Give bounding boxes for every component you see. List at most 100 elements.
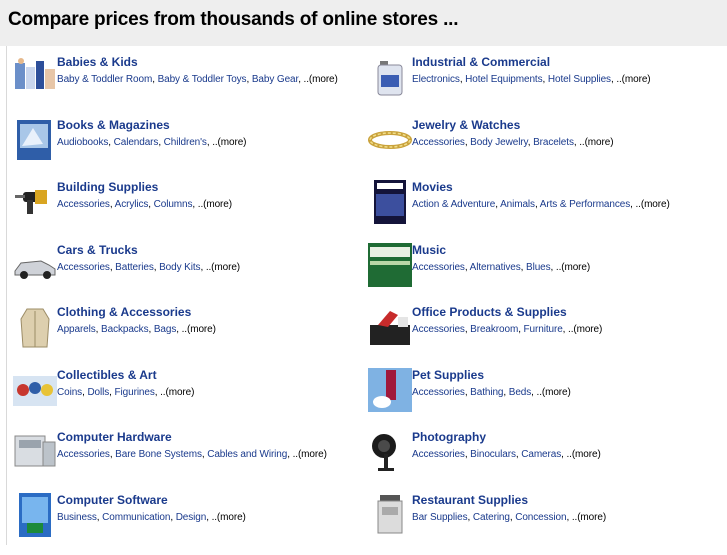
category-title-link[interactable]: Pet Supplies xyxy=(412,368,484,382)
subcategory-link[interactable]: Catering xyxy=(473,512,510,523)
subcategory-link[interactable]: Baby Gear xyxy=(252,74,298,85)
subcategory-link[interactable]: Bags xyxy=(154,324,177,335)
subcategory-link[interactable]: Children's xyxy=(164,137,207,148)
office-supplies-icon[interactable] xyxy=(368,305,412,349)
music-cd-icon[interactable] xyxy=(368,242,412,287)
subcategory-link[interactable]: Dolls xyxy=(87,387,109,398)
subcategory-link[interactable]: Coins xyxy=(57,387,82,398)
pet-icon[interactable] xyxy=(368,367,412,412)
subcategory-link[interactable]: Apparels xyxy=(57,324,96,335)
subcategory-link[interactable]: Batteries xyxy=(115,262,154,273)
subcategory-link[interactable]: Body Jewelry xyxy=(470,137,528,148)
camera-icon[interactable] xyxy=(368,430,412,474)
subcategory-link[interactable]: Breakroom xyxy=(470,324,518,335)
subcategory-link[interactable]: Accessories xyxy=(412,137,465,148)
subcategory-link[interactable]: Cameras xyxy=(521,449,561,460)
category-title-link[interactable]: Clothing & Accessories xyxy=(57,305,191,319)
more-link[interactable]: ..(more) xyxy=(182,324,216,335)
subcategory-link[interactable]: Bathing xyxy=(470,387,503,398)
category-title-link[interactable]: Babies & Kids xyxy=(57,55,138,69)
category-item: Pet Supplies Accessories, Bathing, Beds, … xyxy=(368,367,727,430)
subcategory-link[interactable]: Accessories xyxy=(57,262,110,273)
subcategory-link[interactable]: Animals xyxy=(500,199,535,210)
subcategory-link[interactable]: Accessories xyxy=(412,262,465,273)
subcategory-link[interactable]: Accessories xyxy=(412,387,465,398)
category-title-link[interactable]: Books & Magazines xyxy=(57,118,170,132)
category-title-link[interactable]: Building Supplies xyxy=(57,180,158,194)
subcategory-link[interactable]: Furniture xyxy=(524,324,563,335)
more-link[interactable]: ..(more) xyxy=(572,512,606,523)
subcategory-link[interactable]: Concession xyxy=(515,512,566,523)
subcategory-link[interactable]: Calendars xyxy=(114,137,159,148)
category-title-link[interactable]: Computer Software xyxy=(57,493,168,507)
subcategory-link[interactable]: Body Kits xyxy=(159,262,200,273)
subcategory-link[interactable]: Alternatives xyxy=(470,262,521,273)
more-link[interactable]: ..(more) xyxy=(304,74,338,85)
subcategory-link[interactable]: Backpacks xyxy=(101,324,149,335)
more-link[interactable]: ..(more) xyxy=(198,199,232,210)
subcategory-link[interactable]: Cables and Wiring xyxy=(207,449,287,460)
more-link[interactable]: ..(more) xyxy=(616,74,650,85)
subcategory-link[interactable]: Baby & Toddler Toys xyxy=(158,74,247,85)
subcategory-link[interactable]: Design xyxy=(176,512,207,523)
category-title-link[interactable]: Computer Hardware xyxy=(57,430,172,444)
category-item: Office Products & Supplies Accessories, B… xyxy=(368,305,727,367)
subcategory-link[interactable]: Business xyxy=(57,512,97,523)
category-title-link[interactable]: Collectibles & Art xyxy=(57,368,157,382)
subcategory-link[interactable]: Accessories xyxy=(57,199,110,210)
more-link[interactable]: ..(more) xyxy=(212,512,246,523)
subcategory-links: Accessories, Bare Bone Systems, Cables a… xyxy=(57,449,327,460)
subcategory-link[interactable]: Action & Adventure xyxy=(412,199,495,210)
more-link[interactable]: ..(more) xyxy=(293,449,327,460)
subcategory-link[interactable]: Blues xyxy=(526,262,551,273)
subcategory-link[interactable]: Accessories xyxy=(57,449,110,460)
subcategory-link[interactable]: Hotel Equipments xyxy=(465,74,542,85)
more-link[interactable]: ..(more) xyxy=(537,387,571,398)
restaurant-equipment-icon[interactable] xyxy=(368,493,412,537)
subcategory-link[interactable]: Figurines xyxy=(115,387,155,398)
more-link[interactable]: ..(more) xyxy=(206,262,240,273)
book-icon[interactable] xyxy=(13,118,57,162)
category-title-link[interactable]: Photography xyxy=(412,430,486,444)
subcategory-link[interactable]: Hotel Supplies xyxy=(548,74,611,85)
baby-products-icon[interactable] xyxy=(13,55,57,99)
subcategory-link[interactable]: Electronics xyxy=(412,74,460,85)
subcategory-link[interactable]: Accessories xyxy=(412,324,465,335)
subcategory-link[interactable]: Bar Supplies xyxy=(412,512,468,523)
industrial-jug-icon[interactable] xyxy=(368,55,412,99)
more-link[interactable]: ..(more) xyxy=(556,262,590,273)
category-title-link[interactable]: Movies xyxy=(412,180,453,194)
subcategory-link[interactable]: Communication xyxy=(102,512,170,523)
subcategory-link[interactable]: Accessories xyxy=(412,449,465,460)
software-box-icon[interactable] xyxy=(13,492,57,537)
category-title-link[interactable]: Restaurant Supplies xyxy=(412,493,528,507)
car-icon[interactable] xyxy=(13,243,57,287)
subcategory-link[interactable]: Bracelets xyxy=(533,137,574,148)
category-title-link[interactable]: Office Products & Supplies xyxy=(412,305,567,319)
bracelet-icon[interactable] xyxy=(368,118,412,162)
coat-icon[interactable] xyxy=(13,305,57,349)
subcategory-links: Business, Communication, Design, ..(more… xyxy=(57,512,246,523)
more-link[interactable]: ..(more) xyxy=(568,324,602,335)
movie-cover-icon[interactable] xyxy=(368,180,412,224)
subcategory-link[interactable]: Audiobooks xyxy=(57,137,108,148)
subcategory-link[interactable]: Binoculars xyxy=(470,449,516,460)
more-link[interactable]: ..(more) xyxy=(566,449,600,460)
subcategory-link[interactable]: Baby & Toddler Room xyxy=(57,74,152,85)
category-title-link[interactable]: Cars & Trucks xyxy=(57,243,138,257)
category-title-link[interactable]: Music xyxy=(412,243,446,257)
category-title-link[interactable]: Jewelry & Watches xyxy=(412,118,520,132)
more-link[interactable]: ..(more) xyxy=(635,199,669,210)
category-title-link[interactable]: Industrial & Commercial xyxy=(412,55,550,69)
more-link[interactable]: ..(more) xyxy=(212,137,246,148)
subcategory-link[interactable]: Columns xyxy=(154,199,193,210)
more-link[interactable]: ..(more) xyxy=(160,387,194,398)
more-link[interactable]: ..(more) xyxy=(579,137,613,148)
subcategory-link[interactable]: Bare Bone Systems xyxy=(115,449,202,460)
power-tool-icon[interactable] xyxy=(13,180,57,224)
computer-hardware-icon[interactable] xyxy=(13,430,57,474)
subcategory-link[interactable]: Acrylics xyxy=(115,199,149,210)
collectible-figures-icon[interactable] xyxy=(13,368,57,412)
subcategory-link[interactable]: Arts & Performances xyxy=(540,199,630,210)
subcategory-link[interactable]: Beds xyxy=(509,387,532,398)
